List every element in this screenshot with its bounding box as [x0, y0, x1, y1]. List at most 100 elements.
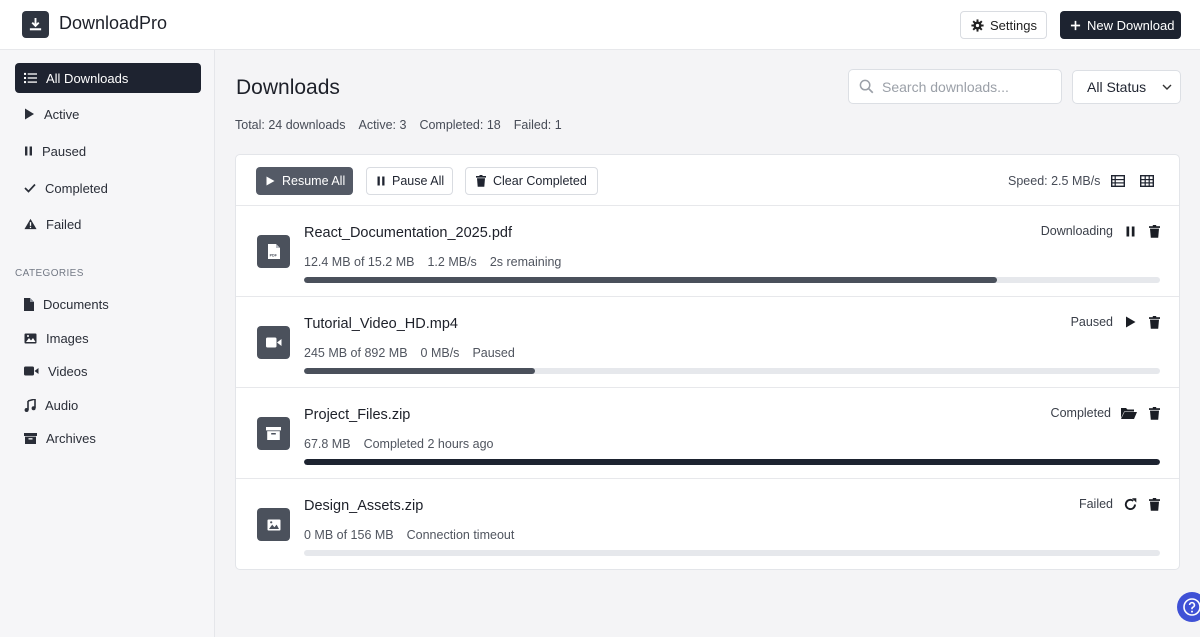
list-icon: [24, 72, 37, 84]
warning-icon: [24, 218, 37, 230]
archive-icon: [257, 417, 290, 450]
progress-track: [304, 550, 1160, 556]
status-text: Failed: [1078, 497, 1113, 511]
pdf-icon: PDF: [257, 235, 290, 268]
stat-total: Total: 24 downloads: [235, 118, 346, 132]
app-title: DownloadPro: [59, 13, 168, 33]
file-size: 0 MB of 156 MB: [304, 528, 394, 542]
trash-icon[interactable]: [1147, 497, 1161, 511]
settings-label: Settings: [990, 17, 1037, 33]
error-message: Connection timeout: [406, 528, 515, 542]
new-download-button[interactable]: New Download: [1060, 11, 1181, 39]
download-row[interactable]: PDF React_Documentation_2025.pdf 12.4 MB…: [236, 206, 1179, 297]
progress-track: [304, 277, 1160, 283]
progress-fill: [304, 368, 536, 374]
toolbar: Resume All Pause All Clear Completed Spe…: [236, 155, 1179, 206]
file-size: 12.4 MB of 15.2 MB: [304, 255, 415, 269]
retry-icon[interactable]: [1123, 497, 1137, 511]
trash-icon[interactable]: [1147, 224, 1161, 238]
pause-icon[interactable]: [1123, 224, 1137, 238]
status-area: Paused: [1071, 315, 1161, 329]
sidebar-item-label: Audio: [45, 397, 79, 413]
file-name: Tutorial_Video_HD.mp4: [304, 316, 458, 332]
sidebar-item-audio[interactable]: Audio: [15, 390, 201, 420]
file-meta: 67.8 MB Completed 2 hours ago: [304, 437, 494, 451]
top-bar: DownloadPro Settings New Download: [0, 0, 1200, 50]
sidebar-item-label: Completed: [45, 180, 108, 196]
status-text: Downloading: [1040, 224, 1113, 238]
grid-view-icon[interactable]: [1139, 173, 1155, 189]
sidebar-item-paused[interactable]: Paused: [15, 136, 201, 166]
sidebar-item-documents[interactable]: Documents: [15, 289, 201, 319]
sidebar-item-active[interactable]: Active: [15, 99, 201, 129]
file-size: 67.8 MB: [304, 437, 351, 451]
video-icon: [24, 366, 39, 376]
resume-all-label: Resume All: [282, 174, 346, 188]
play-icon[interactable]: [1123, 315, 1137, 329]
sidebar-item-label: Documents: [43, 296, 109, 312]
status-filter-value: All Status: [1087, 79, 1147, 95]
plus-icon: [1070, 20, 1081, 31]
document-icon: [24, 297, 34, 311]
time-remaining: 2s remaining: [489, 255, 562, 269]
trash-icon[interactable]: [1147, 315, 1161, 329]
search-box[interactable]: [848, 69, 1062, 104]
new-download-label: New Download: [1087, 17, 1175, 33]
download-logo-icon: [22, 11, 49, 38]
sidebar-item-label: Archives: [46, 430, 96, 446]
image-icon: [24, 333, 37, 344]
sidebar-item-archives[interactable]: Archives: [15, 423, 201, 453]
pause-all-button[interactable]: Pause All: [366, 167, 453, 195]
download-row[interactable]: Design_Assets.zip 0 MB of 156 MB Connect…: [236, 479, 1179, 569]
download-row[interactable]: Project_Files.zip 67.8 MB Completed 2 ho…: [236, 388, 1179, 479]
status-text: Paused: [1070, 315, 1113, 329]
archive-icon: [24, 432, 37, 444]
sidebar-item-videos[interactable]: Videos: [15, 356, 201, 386]
sidebar-item-all-downloads[interactable]: All Downloads: [15, 63, 201, 93]
downloads-panel: Resume All Pause All Clear Completed Spe…: [235, 154, 1180, 570]
chevron-down-icon: [1162, 84, 1172, 90]
file-name: Project_Files.zip: [304, 407, 411, 423]
pause-icon: [377, 176, 385, 186]
download-row[interactable]: Tutorial_Video_HD.mp4 245 MB of 892 MB 0…: [236, 297, 1179, 388]
status-area: Downloading: [1041, 224, 1161, 238]
svg-text:PDF: PDF: [269, 253, 277, 257]
search-input[interactable]: [882, 78, 1050, 95]
gear-icon: [971, 18, 984, 32]
pause-icon: [24, 146, 33, 156]
sidebar-item-label: Active: [44, 106, 80, 122]
speed-readout: Speed: 2.5 MB/s: [1008, 174, 1101, 188]
progress-track: [304, 368, 1160, 374]
file-name: Design_Assets.zip: [304, 498, 424, 514]
resume-all-button[interactable]: Resume All: [256, 167, 353, 195]
sidebar: All Downloads Active Paused Completed Fa…: [0, 50, 215, 637]
clear-completed-button[interactable]: Clear Completed: [465, 167, 598, 195]
search-icon: [859, 79, 874, 94]
sidebar-item-failed[interactable]: Failed: [15, 209, 201, 239]
folder-open-icon[interactable]: [1121, 406, 1137, 420]
stat-completed: Completed: 18: [419, 118, 501, 132]
sidebar-item-label: Paused: [42, 143, 87, 159]
progress-fill: [304, 277, 998, 283]
download-state: Paused: [472, 346, 515, 360]
completed-time: Completed 2 hours ago: [363, 437, 494, 451]
sidebar-item-label: All Downloads: [46, 70, 129, 86]
video-icon: [257, 326, 290, 359]
file-meta: 12.4 MB of 15.2 MB 1.2 MB/s 2s remaining: [304, 255, 561, 269]
sidebar-item-images[interactable]: Images: [15, 323, 201, 353]
stats-bar: Total: 24 downloads Active: 3 Completed:…: [235, 118, 562, 132]
progress-track: [304, 459, 1160, 465]
pause-all-label: Pause All: [392, 174, 445, 188]
play-icon: [266, 176, 275, 186]
trash-icon[interactable]: [1147, 406, 1161, 420]
status-filter-select[interactable]: All Status: [1072, 70, 1181, 104]
play-icon: [24, 108, 35, 120]
settings-button[interactable]: Settings: [960, 11, 1047, 39]
file-size: 245 MB of 892 MB: [304, 346, 408, 360]
sidebar-item-completed[interactable]: Completed: [15, 173, 201, 203]
sidebar-item-label: Images: [46, 330, 89, 346]
image-icon: [257, 508, 290, 541]
check-icon: [24, 183, 36, 193]
list-view-icon[interactable]: [1110, 173, 1126, 189]
help-button[interactable]: [1177, 592, 1200, 622]
